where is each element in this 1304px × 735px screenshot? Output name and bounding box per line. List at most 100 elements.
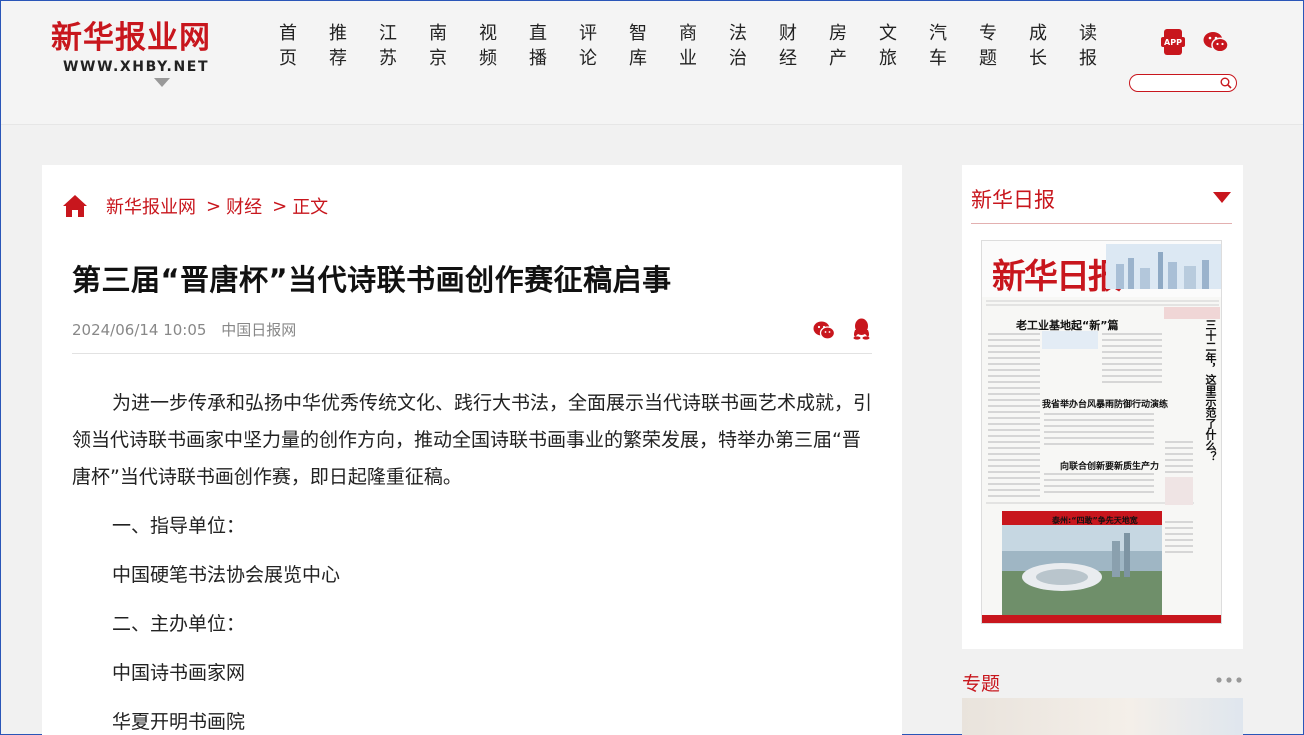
nav-item-label: 荐 (329, 48, 347, 69)
share-wechat-icon[interactable] (813, 320, 835, 340)
nav-item-label: 论 (579, 48, 597, 69)
breadcrumb-separator: > (272, 195, 288, 217)
main-nav: 首页推荐江苏南京视频直播评论智库商业法治财经房产文旅汽车专题成长读报 (263, 21, 1113, 91)
sidebar-dropdown-arrow-icon[interactable] (1213, 192, 1231, 203)
nav-item-9[interactable]: 法治 (713, 21, 763, 91)
wechat-icon[interactable] (1203, 30, 1229, 54)
newspaper-headline: 向联合创新要新质生产力 (1060, 462, 1160, 472)
newspaper-headline: 我省举办台风暴雨防御行动演练 (1042, 400, 1169, 410)
breadcrumb-section-link[interactable]: 财经 (226, 193, 262, 219)
more-icon[interactable] (1216, 677, 1242, 683)
nav-item-13[interactable]: 汽车 (913, 21, 963, 91)
article-title: 第三届“晋唐杯”当代诗联书画创作赛征稿启事 (72, 263, 672, 297)
newspaper-banner-image (1106, 244, 1221, 289)
article-card: 新华报业网 > 财经 > 正文 第三届“晋唐杯”当代诗联书画创作赛征稿启事 20… (42, 165, 902, 735)
newspaper-sidebar: 新华日报 新华日报 老工业基地起“新”篇 我省举办台风暴雨防御行动演练 向联合创… (962, 165, 1243, 649)
meta-divider (72, 353, 872, 354)
nav-item-3[interactable]: 南京 (413, 21, 463, 91)
nav-item-label: 首 (279, 23, 297, 44)
article-paragraph: 一、指导单位： (112, 515, 246, 537)
article-paragraph: 中国诗书画家网 (112, 662, 246, 684)
nav-item-label: 视 (479, 23, 497, 44)
app-icon[interactable]: APP (1161, 29, 1185, 55)
article-paragraph: 华夏开明书画院 (112, 711, 246, 733)
nav-item-8[interactable]: 商业 (663, 21, 713, 91)
search-input[interactable] (1138, 79, 1224, 95)
logo-url: WWW.XHBY.NET (63, 59, 210, 75)
nav-item-11[interactable]: 房产 (813, 21, 863, 91)
nav-item-1[interactable]: 推荐 (313, 21, 363, 91)
nav-item-label: 南 (429, 23, 447, 44)
nav-item-label: 页 (279, 48, 297, 69)
nav-item-label: 京 (429, 48, 447, 69)
nav-item-7[interactable]: 智库 (613, 21, 663, 91)
nav-item-2[interactable]: 江苏 (363, 21, 413, 91)
nav-item-label: 读 (1079, 23, 1097, 44)
article-paragraph: 二、主办单位： (112, 613, 246, 635)
newspaper-headline: 老工业基地起“新”篇 (1016, 319, 1119, 332)
nav-item-label: 房 (829, 23, 847, 44)
nav-item-label: 推 (329, 23, 347, 44)
nav-item-label: 产 (829, 48, 847, 69)
sidebar-divider (971, 223, 1232, 224)
newspaper-vertical-headline: 三十二年，这里示范了什么？ (1204, 319, 1217, 462)
nav-item-label: 治 (729, 48, 747, 69)
newspaper-photo (1002, 511, 1162, 615)
breadcrumb-separator: > (206, 195, 222, 217)
nav-item-label: 评 (579, 23, 597, 44)
nav-item-0[interactable]: 首页 (263, 21, 313, 91)
nav-item-label: 成 (1029, 23, 1047, 44)
sidebar-title[interactable]: 新华日报 (971, 184, 1055, 214)
nav-item-16[interactable]: 读报 (1063, 21, 1113, 91)
search-box (1129, 74, 1237, 95)
newspaper-thumbnail[interactable]: 新华日报 老工业基地起“新”篇 我省举办台风暴雨防御行动演练 向联合创新要新质生… (981, 240, 1222, 624)
newspaper-name: 新华日报 (992, 257, 1122, 297)
article-body: 为进一步传承和弘扬中华优秀传统文化、践行大书法，全面展示当代诗联书画艺术成就，引… (72, 385, 872, 735)
search-icon[interactable] (1220, 77, 1232, 89)
breadcrumb-current: 正文 (292, 197, 329, 218)
nav-item-label: 专 (979, 23, 997, 44)
nav-item-10[interactable]: 财经 (763, 21, 813, 91)
topic-banner-image[interactable] (962, 698, 1243, 735)
nav-item-label: 商 (679, 23, 697, 44)
share-qq-icon[interactable] (852, 318, 871, 340)
topic-section-title[interactable]: 专题 (962, 669, 1000, 696)
nav-item-label: 法 (729, 23, 747, 44)
nav-item-label: 汽 (929, 23, 947, 44)
nav-item-label: 长 (1029, 48, 1047, 69)
logo-text: 新华报业网 (51, 20, 211, 56)
nav-item-label: 文 (879, 23, 897, 44)
nav-item-6[interactable]: 评论 (563, 21, 613, 91)
home-icon[interactable] (62, 194, 88, 218)
article-meta: 2024/06/14 10:05 中国日报网 (72, 319, 306, 340)
article-lead-paragraph: 为进一步传承和弘扬中华优秀传统文化、践行大书法，全面展示当代诗联书画艺术成就，引… (72, 392, 873, 488)
nav-item-label: 业 (679, 48, 697, 69)
nav-item-label: 财 (779, 23, 797, 44)
nav-item-label: 江 (379, 23, 397, 44)
nav-item-14[interactable]: 专题 (963, 21, 1013, 91)
nav-item-12[interactable]: 文旅 (863, 21, 913, 91)
nav-item-5[interactable]: 直播 (513, 21, 563, 91)
breadcrumb-home-link[interactable]: 新华报业网 (106, 193, 196, 219)
nav-item-label: 库 (629, 48, 647, 69)
nav-item-label: 苏 (379, 48, 397, 69)
nav-item-label: 频 (479, 48, 497, 69)
nav-item-15[interactable]: 成长 (1013, 21, 1063, 91)
nav-dropdown-arrow-icon[interactable] (154, 78, 170, 87)
nav-item-4[interactable]: 视频 (463, 21, 513, 91)
nav-item-label: 旅 (879, 48, 897, 69)
site-header: 新华报业网 WWW.XHBY.NET 首页推荐江苏南京视频直播评论智库商业法治财… (1, 1, 1303, 125)
nav-item-label: 题 (979, 48, 997, 69)
app-icon-label: APP (1164, 38, 1182, 47)
site-logo[interactable]: 新华报业网 WWW.XHBY.NET (51, 19, 231, 75)
article-source: 中国日报网 (221, 321, 297, 339)
newspaper-photo-caption: 泰州:“四敢”争先天地宽 (1052, 516, 1138, 525)
nav-item-label: 智 (629, 23, 647, 44)
article-paragraph: 中国硬笔书法协会展览中心 (112, 564, 341, 586)
article-date: 2024/06/14 10:05 (72, 321, 207, 339)
nav-item-label: 车 (929, 48, 947, 69)
nav-item-label: 报 (1079, 48, 1097, 69)
breadcrumb: 新华报业网 > 财经 > 正文 (62, 193, 328, 219)
nav-item-label: 播 (529, 48, 547, 69)
nav-item-label: 经 (779, 48, 797, 69)
